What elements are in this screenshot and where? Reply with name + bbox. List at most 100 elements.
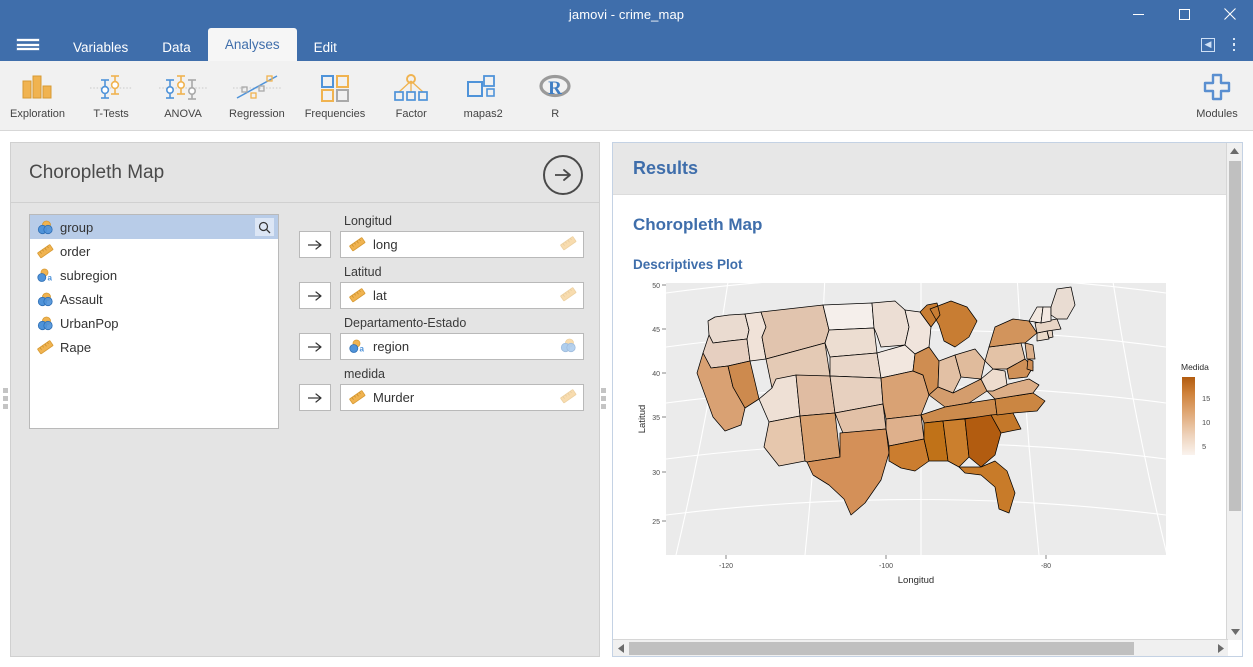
assign-button-departamento-estado[interactable]: [299, 333, 331, 360]
variable-list-item-rape[interactable]: Rape: [30, 335, 278, 359]
y-tick-label: 25: [652, 519, 660, 526]
state-colorado: [795, 374, 836, 417]
search-icon[interactable]: [255, 218, 274, 236]
assign-button-latitud[interactable]: [299, 282, 331, 309]
y-tick-label: 30: [652, 470, 660, 477]
field-box-latitud[interactable]: lat: [340, 282, 584, 309]
scroll-right-arrow-icon[interactable]: [1212, 640, 1228, 657]
nominal-icon: [35, 218, 55, 236]
ribbon-label-anova: ANOVA: [164, 108, 202, 120]
minimize-button[interactable]: [1115, 0, 1161, 28]
variable-name: subregion: [60, 267, 118, 283]
field-value-departamento-estado: region: [373, 339, 410, 354]
variable-list-item-subregion[interactable]: a subregion: [30, 263, 278, 287]
plot-legend: Medida 15 10 5: [1181, 362, 1210, 455]
field-value-latitud: lat: [373, 288, 387, 303]
assign-button-medida[interactable]: [299, 384, 331, 411]
y-axis-title: Latitud: [637, 405, 648, 434]
field-box-longitud[interactable]: long: [340, 231, 584, 258]
analyses-ribbon: Exploration T-Tests ANOVA Regression Fre…: [0, 61, 1253, 131]
more-options-icon[interactable]: [1224, 34, 1244, 56]
window-controls: [1115, 0, 1253, 28]
horizontal-scrollbar-thumb[interactable]: [629, 641, 1134, 655]
state-north-dakota: [822, 302, 875, 331]
scroll-left-arrow-icon[interactable]: [613, 640, 629, 657]
x-tick-label: -80: [1041, 563, 1051, 570]
svg-text:a: a: [47, 273, 52, 282]
nominal-icon: [35, 290, 55, 308]
tab-variables-label: Variables: [73, 40, 129, 55]
tab-analyses[interactable]: Analyses: [207, 28, 297, 61]
variable-list-item-group[interactable]: group: [30, 215, 278, 239]
bar-chart-icon: [18, 67, 58, 107]
mapas2-icon: [463, 67, 503, 107]
continuous-icon: [347, 389, 367, 407]
analysis-heading: Choropleth Map: [633, 215, 763, 234]
tab-data-label: Data: [162, 40, 191, 55]
x-tick-label: -120: [719, 563, 733, 570]
y-axis: 50 45 40 35 30 25 Latitud: [637, 283, 666, 526]
frequencies-icon: [317, 67, 353, 107]
field-box-departamento-estado[interactable]: a region: [340, 333, 584, 360]
ribbon-button-anova[interactable]: ANOVA: [147, 61, 219, 131]
scroll-up-arrow-icon[interactable]: [1227, 143, 1242, 159]
tab-analyses-label: Analyses: [224, 37, 280, 52]
tab-variables[interactable]: Variables: [56, 34, 145, 61]
ribbon-button-ttests[interactable]: T-Tests: [75, 61, 147, 131]
left-panel-drag-handle[interactable]: [3, 386, 8, 410]
collapse-results-icon[interactable]: ◀: [1198, 34, 1218, 56]
state-missouri: [880, 370, 930, 420]
results-panel: Results Choropleth Map Descriptives Plot: [612, 142, 1243, 657]
vertical-scrollbar-thumb[interactable]: [1229, 161, 1241, 511]
plot-heading: Descriptives Plot: [633, 257, 743, 272]
scroll-down-arrow-icon[interactable]: [1227, 624, 1243, 640]
ribbon-button-factor[interactable]: Factor: [375, 61, 447, 131]
field-value-medida: Murder: [373, 390, 415, 405]
panel-splitter-handle[interactable]: [601, 386, 606, 410]
variable-list-item-urbanpop[interactable]: UrbanPop: [30, 311, 278, 335]
variable-list-item-assault[interactable]: Assault: [30, 287, 278, 311]
state-south-dakota: [824, 327, 878, 358]
permitted-type-continuous-icon: [560, 389, 577, 407]
hamburger-menu-button[interactable]: [0, 28, 56, 61]
tab-bar: Variables Data Analyses Edit ◀: [0, 28, 1253, 61]
results-vertical-scrollbar[interactable]: [1226, 143, 1242, 640]
legend-tick-label: 10: [1202, 418, 1210, 427]
field-box-medida[interactable]: Murder: [340, 384, 584, 411]
ribbon-label-factor: Factor: [395, 108, 427, 120]
nominal-text-icon: a: [347, 338, 367, 356]
ribbon-button-r[interactable]: R R: [519, 61, 591, 131]
field-label-departamento-estado: Departamento-Estado: [344, 316, 467, 330]
ribbon-label-mapas2: mapas2: [463, 108, 503, 120]
tab-data[interactable]: Data: [145, 34, 208, 61]
field-group-medida: medida Murder: [299, 367, 584, 411]
results-horizontal-scrollbar[interactable]: [613, 639, 1228, 656]
ribbon-button-regression[interactable]: Regression: [219, 61, 295, 131]
page-title: Choropleth Map: [29, 161, 165, 183]
regression-icon: [231, 67, 283, 107]
ribbon-button-frequencies[interactable]: Frequencies: [295, 61, 376, 131]
ribbon-label-exploration: Exploration: [10, 108, 66, 120]
assign-button-longitud[interactable]: [299, 231, 331, 258]
permitted-type-continuous-icon: [560, 287, 577, 305]
variable-name: group: [60, 219, 94, 235]
close-button[interactable]: [1207, 0, 1253, 28]
legend-title: Medida: [1181, 362, 1209, 372]
maximize-button[interactable]: [1161, 0, 1207, 28]
analysis-options-body: group order a subregion Assault UrbanPop…: [11, 203, 599, 429]
tab-edit[interactable]: Edit: [297, 34, 354, 61]
variable-list[interactable]: group order a subregion Assault UrbanPop…: [29, 214, 279, 429]
analysis-options-header: Choropleth Map: [11, 143, 599, 203]
ribbon-button-mapas2[interactable]: mapas2: [447, 61, 519, 131]
choropleth-plot: 50 45 40 35 30 25 Latitud -120 -100 -80 …: [633, 275, 1223, 605]
continuous-icon: [347, 236, 367, 254]
results-title: Results: [633, 158, 699, 178]
plus-icon: [1201, 67, 1233, 107]
ribbon-label-r: R: [551, 108, 560, 120]
variable-name: Rape: [60, 339, 92, 355]
hide-options-button[interactable]: [543, 155, 583, 195]
ribbon-button-modules[interactable]: Modules: [1181, 61, 1253, 131]
variable-list-item-order[interactable]: order: [30, 239, 278, 263]
results-body: Choropleth Map Descriptives Plot 50 45 4…: [613, 195, 1242, 657]
ribbon-button-exploration[interactable]: Exploration: [0, 61, 75, 131]
